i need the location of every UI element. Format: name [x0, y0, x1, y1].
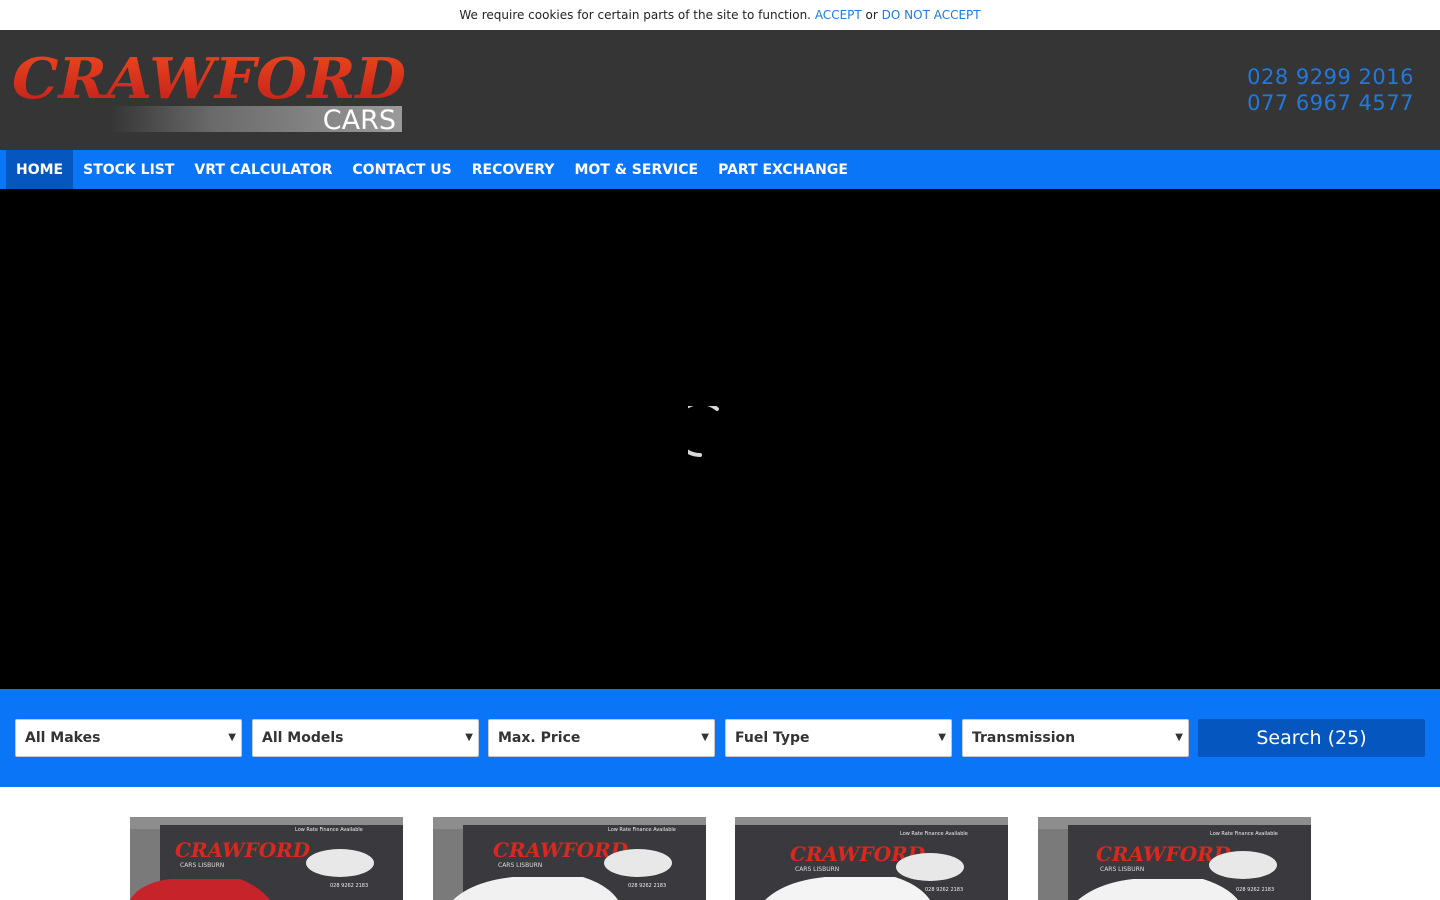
banner-info-line-6: 028 9262 2183 [628, 883, 666, 889]
banner-info-line-1: Low Rate Finance Available [1210, 831, 1278, 837]
cookie-or-text: or [865, 8, 878, 22]
vehicle-thumbnail-1[interactable]: CRAWFORD CARS LISBURN Low Rate Finance A… [130, 817, 403, 900]
nav-item-contact-us[interactable]: CONTACT US [342, 150, 461, 189]
logo-text-sub: CARS [323, 105, 396, 136]
banner-sub-text: CARS LISBURN [1100, 866, 1144, 873]
search-button[interactable]: Search (25) [1198, 719, 1425, 757]
logo-text-main: CRAWFORD [12, 46, 406, 112]
vehicle-search-bar: All Makes ▼ All Models ▼ Max. Price ▼ Fu… [0, 689, 1440, 787]
banner-sub-text: CARS LISBURN [180, 862, 224, 869]
cookie-bar: We require cookies for certain parts of … [0, 0, 1440, 30]
cookie-accept-link[interactable]: ACCEPT [815, 8, 862, 22]
price-select-value: Max. Price [498, 730, 581, 746]
banner-info-line-6: 028 9262 2183 [330, 883, 368, 889]
loading-spinner-icon [688, 406, 719, 457]
nav-item-recovery[interactable]: RECOVERY [462, 150, 565, 189]
transmission-select-value: Transmission [972, 730, 1076, 746]
banner-sub-text: CARS LISBURN [795, 866, 839, 873]
nav-item-mot-service[interactable]: MOT & SERVICE [564, 150, 708, 189]
vehicle-thumbnail-2[interactable]: CRAWFORD CARS LISBURN Low Rate Finance A… [433, 817, 706, 900]
vehicle-photo: CRAWFORD CARS LISBURN Low Rate Finance A… [433, 817, 706, 900]
price-select[interactable]: Max. Price ▼ [488, 719, 715, 757]
vehicle-thumbnail-3[interactable]: CRAWFORD CARS LISBURN Low Rate Finance A… [735, 817, 1008, 900]
makes-select-value: All Makes [25, 730, 101, 746]
chevron-down-icon: ▼ [701, 732, 709, 743]
phone-number-landline[interactable]: 028 9299 2016 [1247, 64, 1414, 90]
phone-number-mobile[interactable]: 077 6967 4577 [1247, 90, 1414, 116]
banner-sub-text: CARS LISBURN [498, 862, 542, 869]
chevron-down-icon: ▼ [465, 732, 473, 743]
nav-item-stock-list[interactable]: STOCK LIST [73, 150, 184, 189]
models-select-value: All Models [262, 730, 344, 746]
cookie-message: We require cookies for certain parts of … [459, 8, 811, 22]
vehicle-photo: CRAWFORD CARS LISBURN Low Rate Finance A… [735, 817, 1008, 900]
phone-numbers: 028 9299 2016 077 6967 4577 [1247, 64, 1414, 116]
banner-info-line-6: 028 9262 2183 [925, 887, 963, 893]
main-nav: HOME STOCK LIST VRT CALCULATOR CONTACT U… [0, 150, 1440, 189]
chevron-down-icon: ▼ [1175, 732, 1183, 743]
chevron-down-icon: ▼ [938, 732, 946, 743]
makes-select[interactable]: All Makes ▼ [15, 719, 242, 757]
models-select[interactable]: All Models ▼ [252, 719, 479, 757]
banner-info-line-1: Low Rate Finance Available [900, 831, 968, 837]
fuel-type-select-value: Fuel Type [735, 730, 810, 746]
banner-info-line-1: Low Rate Finance Available [608, 827, 676, 833]
cookie-decline-link[interactable]: DO NOT ACCEPT [882, 8, 981, 22]
vehicle-photo: CRAWFORD CARS LISBURN Low Rate Finance A… [130, 817, 403, 900]
nav-item-part-exchange[interactable]: PART EXCHANGE [708, 150, 858, 189]
transmission-select[interactable]: Transmission ▼ [962, 719, 1189, 757]
chevron-down-icon: ▼ [228, 732, 236, 743]
vehicle-photo: CRAWFORD CARS LISBURN Low Rate Finance A… [1038, 817, 1311, 900]
banner-info-line-6: 028 9262 2183 [1236, 887, 1274, 893]
nav-item-vrt-calculator[interactable]: VRT CALCULATOR [184, 150, 342, 189]
banner-info-line-1: Low Rate Finance Available [295, 827, 363, 833]
site-logo[interactable]: CRAWFORD CARS [10, 44, 410, 136]
logo-graphic: CRAWFORD CARS [12, 46, 406, 136]
banner-brand-text: CRAWFORD [175, 838, 311, 862]
site-header: CRAWFORD CARS 028 9299 2016 077 6967 457… [0, 30, 1440, 150]
vehicle-thumbnail-4[interactable]: CRAWFORD CARS LISBURN Low Rate Finance A… [1038, 817, 1311, 900]
fuel-type-select[interactable]: Fuel Type ▼ [725, 719, 952, 757]
nav-item-home[interactable]: HOME [6, 150, 74, 189]
